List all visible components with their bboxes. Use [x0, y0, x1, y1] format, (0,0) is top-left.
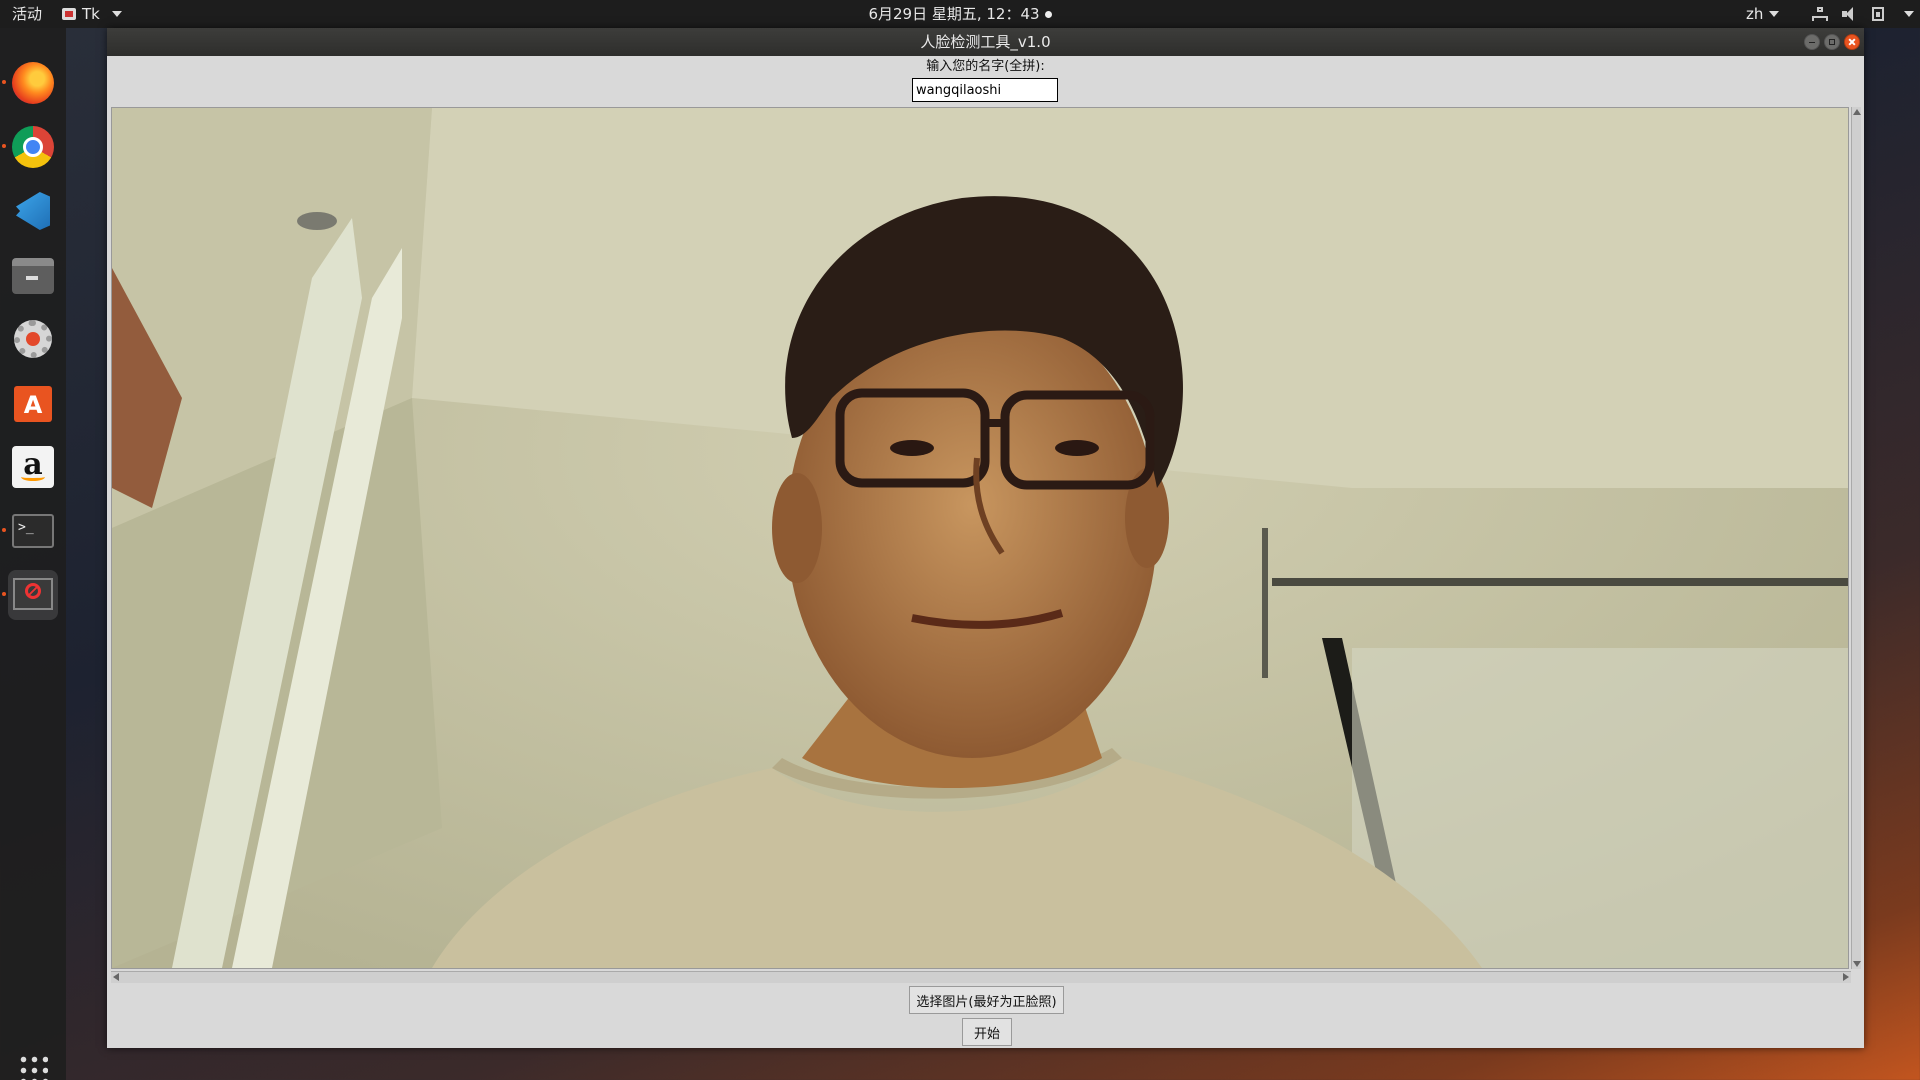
- running-indicator: [2, 144, 6, 148]
- dock-settings[interactable]: [8, 314, 58, 364]
- terminal-icon: >_: [12, 514, 54, 548]
- scroll-right-icon[interactable]: [1843, 973, 1849, 981]
- language-menu[interactable]: zh: [1746, 0, 1780, 28]
- notification-dot-icon: [1044, 11, 1052, 18]
- dock-tk-app[interactable]: [2, 570, 58, 620]
- scroll-up-icon[interactable]: [1853, 109, 1861, 115]
- vscode-icon: [16, 192, 50, 230]
- amazon-icon: a: [12, 446, 54, 488]
- camera-image-canvas[interactable]: [111, 107, 1849, 969]
- chevron-down-icon: [1769, 11, 1780, 17]
- dock-vscode[interactable]: [8, 186, 58, 236]
- running-indicator: [2, 592, 6, 596]
- clock-container: 6月29日 星期五, 12：43: [0, 0, 1920, 28]
- network-icon: [1812, 7, 1828, 21]
- maximize-button[interactable]: [1824, 34, 1840, 50]
- language-label: zh: [1746, 5, 1764, 23]
- scroll-down-icon[interactable]: [1853, 961, 1861, 967]
- tk-app-icon: [13, 578, 53, 610]
- software-store-icon: A: [14, 386, 52, 422]
- chevron-down-icon: [1904, 11, 1914, 17]
- vertical-scrollbar[interactable]: [1851, 107, 1861, 969]
- webcam-photo: [112, 108, 1848, 968]
- start-button[interactable]: 开始: [962, 1018, 1012, 1046]
- running-indicator: [2, 80, 6, 84]
- close-button[interactable]: [1844, 34, 1860, 50]
- dock-firefox[interactable]: [2, 58, 58, 108]
- battery-icon: [1872, 7, 1884, 21]
- dock-amazon[interactable]: a: [8, 442, 58, 492]
- system-tray[interactable]: [1812, 0, 1914, 28]
- app-menu-label: Tk: [82, 5, 100, 23]
- tk-app-icon: [62, 8, 76, 20]
- scroll-left-icon[interactable]: [113, 973, 119, 981]
- top-bar: 活动 Tk 6月29日 星期五, 12：43 zh: [0, 0, 1920, 28]
- dock-files[interactable]: [8, 250, 58, 300]
- chevron-down-icon: [111, 11, 122, 17]
- app-menu[interactable]: Tk: [62, 0, 122, 28]
- clock[interactable]: 6月29日 星期五, 12：43: [868, 5, 1039, 23]
- name-input[interactable]: [912, 78, 1058, 102]
- running-indicator: [2, 528, 6, 532]
- volume-icon: [1842, 7, 1858, 21]
- files-icon: [12, 258, 54, 294]
- minimize-button[interactable]: [1804, 34, 1820, 50]
- dock-software-store[interactable]: A: [8, 378, 58, 428]
- image-canvas-frame: [109, 105, 1861, 989]
- window-titlebar[interactable]: 人脸检测工具_v1.0: [107, 28, 1864, 56]
- face-detection-window: 人脸检测工具_v1.0 输入您的名字(全拼): wangqilaoshi 选择图…: [107, 28, 1864, 1048]
- firefox-icon: [12, 62, 54, 104]
- dock-chrome[interactable]: [2, 122, 58, 172]
- show-applications-button[interactable]: [8, 1046, 58, 1080]
- name-label: 输入您的名字(全拼):: [926, 59, 1045, 74]
- dock-terminal[interactable]: >_: [2, 506, 58, 556]
- horizontal-scrollbar[interactable]: [111, 971, 1851, 983]
- dock: A a >_: [0, 28, 66, 1080]
- settings-icon: [14, 320, 52, 358]
- chrome-icon: [12, 126, 54, 168]
- app-grid-icon: [18, 1054, 48, 1080]
- choose-image-button[interactable]: 选择图片(最好为正脸照): [909, 986, 1064, 1014]
- activities-button[interactable]: 活动: [12, 0, 42, 28]
- window-title: 人脸检测工具_v1.0: [920, 33, 1051, 51]
